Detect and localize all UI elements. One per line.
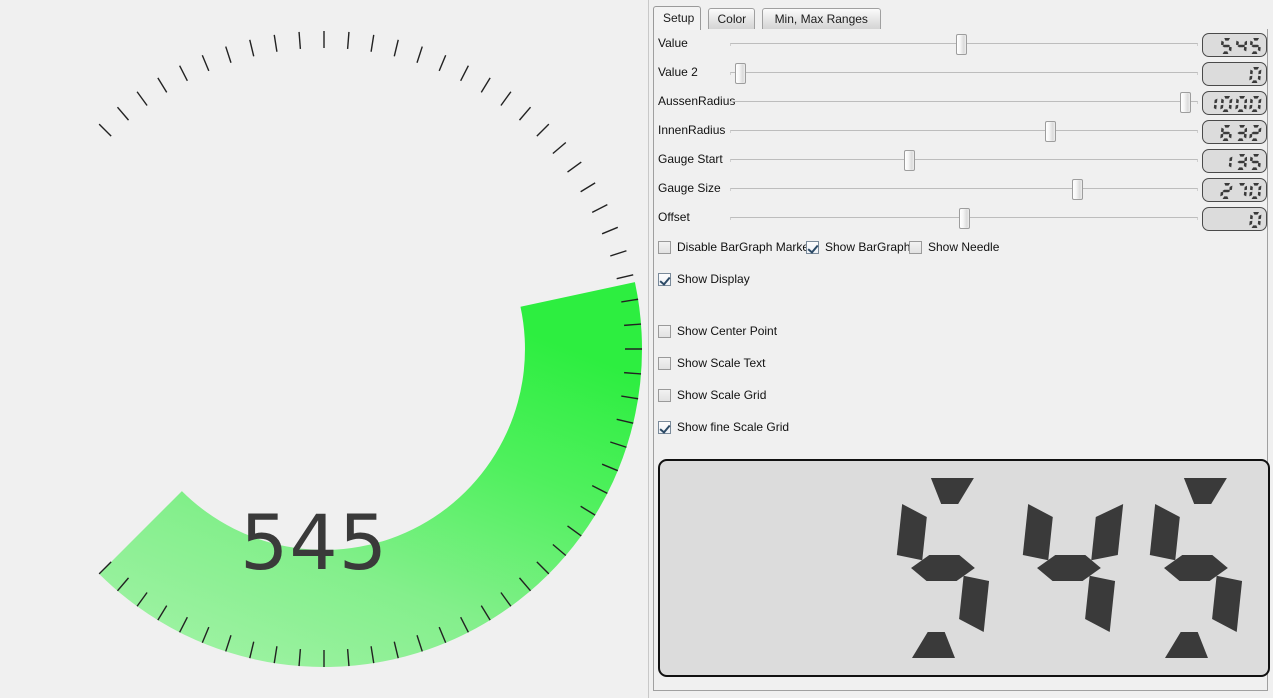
checkbox-label-show-display: Show Display [677, 272, 750, 286]
scale-tick [416, 46, 423, 63]
checkbox-label-show-scale-grid: Show Scale Grid [677, 388, 767, 402]
checkbox-box-show-bargraph[interactable] [806, 241, 819, 254]
checkbox-label-show-center-point: Show Center Point [677, 324, 778, 338]
checkbox-label-show-fine-scale-grid: Show fine Scale Grid [677, 420, 790, 434]
tab-setup[interactable]: Setup [653, 6, 701, 30]
lcd-digit [886, 478, 1001, 658]
checkbox-box-show-scale-grid[interactable] [658, 389, 671, 402]
large-lcd-digits [886, 473, 1254, 663]
scale-tick [98, 123, 112, 137]
gauge-pane: 545 [0, 0, 649, 698]
checkbox-box-show-fine-scale-grid[interactable] [658, 421, 671, 434]
scale-tick [370, 34, 375, 52]
checkbox-label-disable-bargraph-marker: Disable BarGraph Marker [677, 240, 814, 254]
scale-tick [298, 31, 302, 49]
scale-tick [179, 65, 188, 82]
scale-tick [601, 226, 619, 235]
tab-color[interactable]: Color [707, 8, 755, 30]
setup-tab-panel: Value Value 2 AussenRadius InnenRadius G… [653, 29, 1270, 691]
checkbox-box-show-needle[interactable] [909, 241, 922, 254]
scale-tick [393, 39, 399, 57]
gauge-bargraph-arc [99, 282, 643, 667]
scale-tick [157, 77, 168, 93]
scale-tick [518, 106, 532, 121]
scale-tick [536, 123, 550, 137]
scale-tick [480, 77, 491, 93]
scale-tick [249, 39, 255, 57]
scale-tick [273, 34, 278, 52]
scale-tick [201, 54, 210, 72]
scale-tick [136, 91, 148, 106]
checkbox-box-disable-bargraph-marker[interactable] [658, 241, 671, 254]
control-panel: Setup Color Min, Max Ranges Value Value 2 … [649, 0, 1273, 698]
checkbox-column-display-options: Show Display Show Center Point Show Scale … [654, 29, 1267, 434]
tab-min-max-ranges[interactable]: Min, Max Ranges [762, 8, 881, 30]
checkbox-label-show-scale-text: Show Scale Text [677, 356, 766, 370]
checkbox-label-show-bargraph: Show BarGraph [825, 240, 911, 254]
large-lcd-display [658, 459, 1270, 677]
checkbox-box-show-scale-text[interactable] [658, 357, 671, 370]
scale-tick [460, 65, 469, 82]
checkbox-box-show-display[interactable] [658, 273, 671, 286]
tab-bar: Setup Color Min, Max Ranges [653, 6, 1268, 31]
scale-tick [610, 250, 627, 257]
scale-tick [438, 54, 447, 72]
gauge-graphic [98, 31, 643, 667]
scale-tick [567, 161, 582, 173]
lcd-digit [1012, 478, 1127, 658]
lcd-digit [1139, 478, 1254, 658]
scale-tick [346, 31, 350, 49]
scale-tick [116, 106, 130, 121]
scale-tick [500, 91, 512, 106]
checkbox-label-show-needle: Show Needle [928, 240, 1000, 254]
checkbox-box-show-center-point[interactable] [658, 325, 671, 338]
scale-tick [591, 204, 608, 213]
scale-tick [552, 141, 567, 155]
scale-tick [616, 274, 634, 280]
scale-tick [225, 46, 232, 63]
scale-tick [580, 182, 596, 193]
bargraph-value-arc [99, 282, 643, 667]
gauge-value-label: 545 [240, 498, 389, 587]
